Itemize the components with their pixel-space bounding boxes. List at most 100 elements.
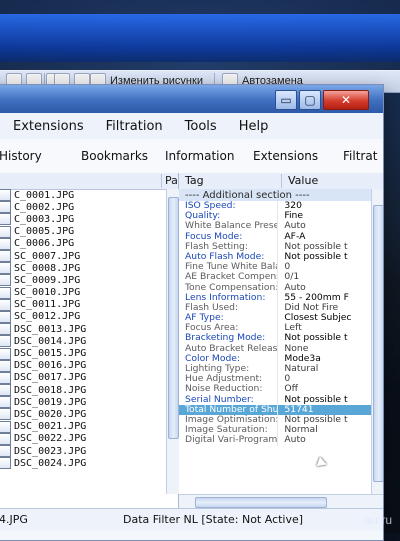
file-row[interactable]: C_0001.JPG bbox=[0, 189, 178, 202]
file-name: SC_0007.JPG bbox=[14, 250, 81, 262]
tag-value: AF-A bbox=[277, 231, 371, 242]
tag-row[interactable]: ISO Speed: 320 bbox=[179, 201, 371, 212]
file-row[interactable]: DSC_0024.JPG bbox=[0, 457, 178, 470]
file-list-scroll-thumb[interactable] bbox=[168, 197, 179, 439]
tag-row[interactable]: Flash Used: Did Not Fire bbox=[179, 302, 371, 314]
file-row[interactable]: DSC_0022.JPG bbox=[0, 432, 178, 445]
tag-name: Tone Compensation: bbox=[185, 282, 278, 293]
file-row[interactable]: SC_0012.JPG bbox=[0, 310, 178, 323]
file-row[interactable]: DSC_0016.JPG bbox=[0, 359, 178, 372]
exif-viewer-window: ▭ ▢ ✕ Extensions Filtration Tools Help H… bbox=[0, 84, 384, 541]
tag-row[interactable]: Focus Area: Left bbox=[179, 323, 371, 334]
tag-table-vertical-scrollbar[interactable] bbox=[371, 189, 383, 494]
tag-row[interactable]: Quality: Fine bbox=[179, 211, 371, 222]
tag-row[interactable]: Auto Flash Mode: Not possible t bbox=[179, 251, 371, 263]
close-icon: ✕ bbox=[340, 93, 352, 107]
tag-row[interactable]: Image Optimisation: Not possible t bbox=[179, 414, 371, 426]
tab-bookmarks[interactable]: Bookmarks bbox=[81, 149, 148, 163]
tag-name: Quality: bbox=[185, 211, 221, 222]
tag-row[interactable]: Auto Bracket Release: None bbox=[179, 343, 371, 354]
file-list: C_0001.JPG C_0002.JPG C_0003.JPG C_0005.… bbox=[0, 189, 178, 494]
tag-row[interactable]: Tone Compensation: Auto bbox=[179, 282, 371, 293]
file-icon bbox=[0, 445, 11, 458]
file-icon bbox=[0, 201, 11, 214]
tag-table-horizontal-scrollbar[interactable] bbox=[179, 494, 383, 509]
tag-column-header[interactable]: Tag bbox=[185, 174, 204, 187]
tag-value: 51741 bbox=[277, 404, 371, 415]
file-row[interactable]: C_0006.JPG bbox=[0, 237, 178, 250]
tag-value: Off bbox=[277, 384, 371, 395]
file-row[interactable]: DSC_0023.JPG bbox=[0, 445, 178, 458]
file-row[interactable]: DSC_0017.JPG bbox=[0, 371, 178, 384]
tag-value: Auto bbox=[277, 221, 371, 232]
menu-help[interactable]: Help bbox=[239, 119, 269, 134]
tag-row-selected[interactable]: Total Number of Shutte...51741 bbox=[179, 404, 371, 415]
menu-filtration[interactable]: Filtration bbox=[106, 119, 163, 134]
file-row[interactable]: C_0002.JPG bbox=[0, 201, 178, 214]
file-name: DSC_0019.JPG bbox=[14, 396, 87, 408]
tag-table-hscroll-thumb[interactable] bbox=[195, 497, 327, 508]
file-row[interactable]: DSC_0020.JPG bbox=[0, 408, 178, 421]
window-titlebar: ▭ ▢ ✕ bbox=[0, 85, 383, 114]
file-name: DSC_0020.JPG bbox=[14, 408, 87, 420]
file-row[interactable]: DSC_0014.JPG bbox=[0, 335, 178, 348]
tab-history[interactable]: History bbox=[0, 149, 42, 163]
tag-value: None bbox=[277, 343, 371, 354]
file-name: DSC_0016.JPG bbox=[14, 360, 87, 372]
tag-row[interactable]: Lighting Type: Natural bbox=[179, 364, 371, 375]
file-row[interactable]: SC_0010.JPG bbox=[0, 286, 178, 299]
tag-value: Natural bbox=[277, 364, 371, 375]
file-row[interactable]: SC_0009.JPG bbox=[0, 274, 178, 287]
tab-extensions[interactable]: Extensions bbox=[253, 149, 318, 163]
file-name: DSC_0015.JPG bbox=[14, 348, 87, 360]
tag-row[interactable]: Noise Reduction: Off bbox=[179, 384, 371, 395]
tag-row[interactable]: Color Mode: Mode3a bbox=[179, 353, 371, 365]
file-icon bbox=[0, 189, 11, 202]
file-row[interactable]: SC_0007.JPG bbox=[0, 250, 178, 263]
tag-name: Digital Vari-Program: bbox=[185, 435, 278, 446]
view-tabs: History Bookmarks Information Extensions… bbox=[0, 139, 383, 174]
tag-row[interactable]: Digital Vari-Program: Auto bbox=[179, 435, 371, 446]
value-column-header[interactable]: Value bbox=[281, 174, 318, 188]
file-icon bbox=[0, 298, 11, 311]
tag-row[interactable]: Serial Number: Not possible t bbox=[179, 394, 371, 405]
tag-table-scroll-thumb[interactable] bbox=[373, 205, 383, 482]
tag-value: Not possible t bbox=[277, 241, 371, 252]
file-icon bbox=[0, 225, 11, 238]
file-row[interactable]: SC_0011.JPG bbox=[0, 298, 178, 311]
file-row[interactable]: C_0005.JPG bbox=[0, 225, 178, 238]
tag-row[interactable]: AE Bracket Compensati...0/1 bbox=[179, 272, 371, 283]
tag-row[interactable]: Image Saturation: Normal bbox=[179, 425, 371, 436]
tag-name: Noise Reduction: bbox=[185, 384, 263, 395]
tag-row[interactable]: Flash Setting: Not possible t bbox=[179, 241, 371, 252]
maximize-button[interactable]: ▢ bbox=[299, 90, 321, 110]
file-row[interactable]: DSC_0018.JPG bbox=[0, 384, 178, 397]
tag-row[interactable]: Fine Tune White Balanc...0 bbox=[179, 262, 371, 273]
tab-filtration[interactable]: Filtrat bbox=[343, 149, 377, 163]
menu-tools[interactable]: Tools bbox=[185, 119, 217, 134]
tag-row[interactable]: Focus Mode: AF-A bbox=[179, 231, 371, 242]
file-row[interactable]: DSC_0021.JPG bbox=[0, 420, 178, 433]
tag-row[interactable]: AF Type: Closest Subjec bbox=[179, 313, 371, 324]
status-center-text: Data Filter NL [State: Not Active] bbox=[123, 513, 304, 526]
file-list-vertical-scrollbar[interactable] bbox=[166, 189, 179, 494]
file-row[interactable]: DSC_0013.JPG bbox=[0, 323, 178, 336]
file-row[interactable]: DSC_0015.JPG bbox=[0, 347, 178, 360]
file-icon bbox=[0, 286, 11, 299]
file-row[interactable]: DSC_0019.JPG bbox=[0, 396, 178, 409]
tag-row[interactable]: Lens Information: 55 - 200mm F bbox=[179, 292, 371, 303]
tag-value: Auto bbox=[277, 282, 371, 293]
file-icon bbox=[0, 335, 11, 348]
tab-information[interactable]: Information bbox=[165, 149, 234, 163]
tag-row[interactable]: White Balance Preset: Auto bbox=[179, 221, 371, 232]
status-left-text: 4.JPG bbox=[0, 513, 28, 526]
file-list-header: Pa bbox=[0, 173, 178, 190]
tag-row[interactable]: Hue Adjustment: 0 bbox=[179, 374, 371, 385]
file-row[interactable]: SC_0008.JPG bbox=[0, 262, 178, 275]
file-row[interactable]: C_0003.JPG bbox=[0, 213, 178, 226]
tag-row[interactable]: Bracketing Mode: Not possible t bbox=[179, 333, 371, 344]
close-button[interactable]: ✕ bbox=[323, 90, 369, 110]
menu-extensions[interactable]: Extensions bbox=[13, 119, 84, 134]
minimize-button[interactable]: ▭ bbox=[275, 90, 297, 110]
file-name: DSC_0023.JPG bbox=[14, 445, 87, 457]
